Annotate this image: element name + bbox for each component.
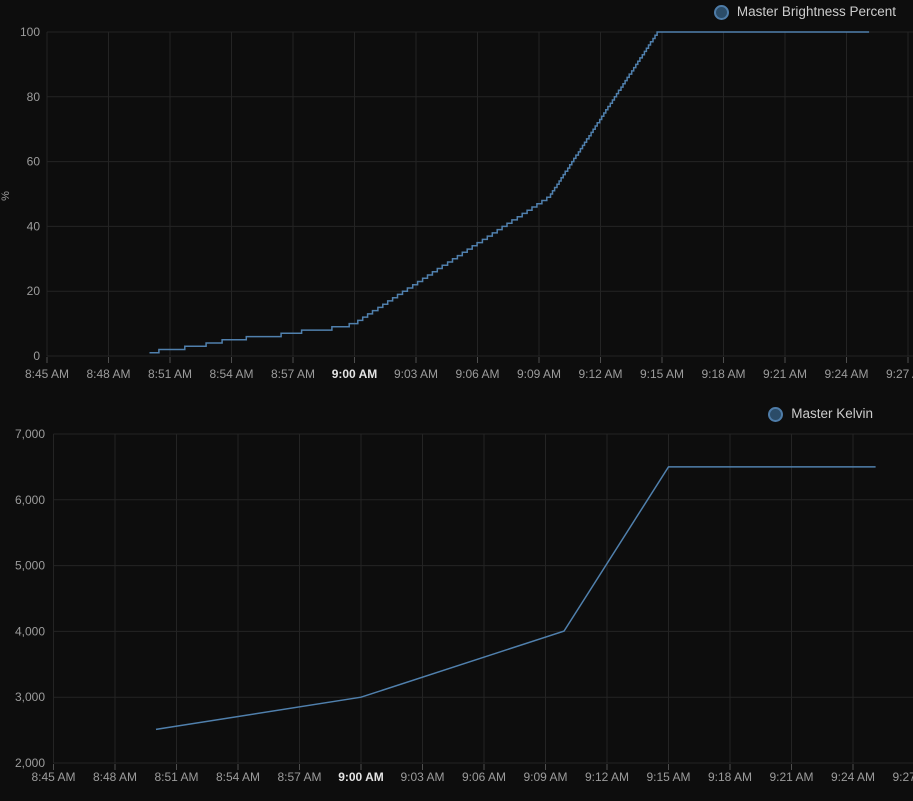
x-axis-tick-label: 9:00 AM [332,367,378,381]
x-axis-tick-label: 8:45 AM [31,770,75,784]
brightness-chart[interactable]: 0 20 40 60 80 100 8:45 AM 8:48 AM 8:51 AM 8:54 AM… [0,0,913,400]
x-axis-tick-label: 9:18 AM [708,770,752,784]
brightness-chart-panel: Master Brightness Percent 0 20 40 60 80 100 8:… [0,0,913,400]
y-axis-tick-label: 2,000 [15,756,45,770]
x-axis-tick-label: 9:03 AM [394,367,438,381]
y-axis-tick-label: 20 [27,284,41,298]
x-axis-tick-label: 8:57 AM [277,770,321,784]
x-axis-tick-label: 9:15 AM [640,367,684,381]
x-axis-tick-label: 9:15 AM [646,770,690,784]
x-axis-tick-label: 9:06 AM [462,770,506,784]
x-axis-tick-label: 9:18 AM [701,367,745,381]
y-axis-tick-label: 0 [33,349,40,363]
y-axis-tick-label: 4,000 [15,624,45,638]
x-axis-tick-label: 8:54 AM [216,770,260,784]
x-axis-tick-label: 9:27 AM [886,367,913,381]
x-axis-tick-label: 9:21 AM [763,367,807,381]
x-axis-tick-label: 9:12 AM [578,367,622,381]
x-axis-tick-label: 9:27 AM [892,770,913,784]
x-axis-tick-label: 8:54 AM [209,367,253,381]
kelvin-legend-item[interactable]: Master Kelvin [768,404,873,424]
kelvin-legend-label: Master Kelvin [791,404,873,424]
brightness-series-line [150,32,870,353]
brightness-legend-item[interactable]: Master Brightness Percent [714,2,896,22]
x-axis-tick-label: 9:12 AM [585,770,629,784]
kelvin-chart-panel: Master Kelvin 2,000 3,000 4,000 5,000 6,000 7… [0,400,913,801]
y-axis-tick-label: 80 [27,90,41,104]
x-axis-tick-label: 9:03 AM [400,770,444,784]
x-axis-tick-label: 9:00 AM [338,770,384,784]
x-axis-tick-label: 8:45 AM [25,367,69,381]
x-axis-tick-label: 8:48 AM [93,770,137,784]
x-axis-tick-label: 8:51 AM [148,367,192,381]
x-axis-tick-label: 8:48 AM [86,367,130,381]
x-axis-tick-label: 9:24 AM [824,367,868,381]
x-axis-tick-label: 8:57 AM [271,367,315,381]
y-axis-tick-label: 40 [27,219,41,233]
x-axis-tick-label: 9:21 AM [769,770,813,784]
kelvin-series-line [156,467,876,730]
brightness-legend-label: Master Brightness Percent [737,2,896,22]
brightness-legend-marker-icon [714,5,729,20]
y-axis-tick-label: 100 [20,25,40,39]
kelvin-chart[interactable]: 2,000 3,000 4,000 5,000 6,000 7,000 8:45 AM 8:4… [0,400,913,801]
x-axis-tick-label: 9:09 AM [523,770,567,784]
x-axis-tick-label: 8:51 AM [154,770,198,784]
y-axis-tick-label: 5,000 [15,559,45,573]
x-axis-tick-label: 9:06 AM [455,367,499,381]
y-axis-tick-label: 6,000 [15,493,45,507]
kelvin-legend-marker-icon [768,407,783,422]
y-axis-tick-label: 7,000 [15,427,45,441]
x-axis-tick-label: 9:24 AM [831,770,875,784]
x-axis-tick-label: 9:09 AM [517,367,561,381]
y-axis-tick-label: 3,000 [15,690,45,704]
y-axis-tick-label: 60 [27,155,41,169]
y-axis-unit-label: % [0,191,12,201]
